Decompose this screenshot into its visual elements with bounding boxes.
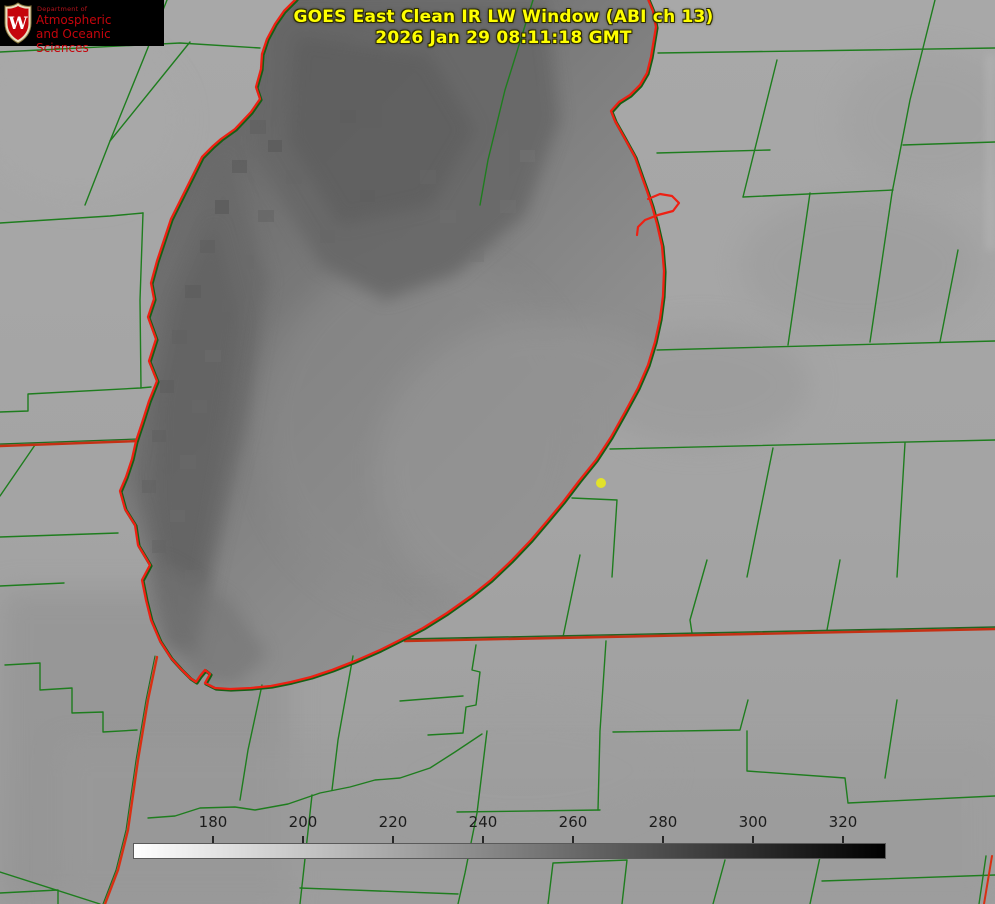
svg-text:W: W	[7, 14, 28, 34]
colorbar-tick-label: 280	[633, 813, 693, 831]
colorbar-tick	[482, 836, 484, 843]
logo-line2-text: and Oceanic Sciences	[36, 27, 164, 55]
org-logo: W Department of Atmospheric and Oceanic …	[0, 0, 164, 46]
colorbar-tick	[572, 836, 574, 843]
colorbar-tick-label: 260	[543, 813, 603, 831]
colorbar-tick-label: 240	[453, 813, 513, 831]
colorbar-tick	[392, 836, 394, 843]
colorbar-tick	[212, 836, 214, 843]
colorbar-tick	[662, 836, 664, 843]
temperature-colorbar: 180 200 220 240 260 280 300 320	[133, 843, 886, 859]
logo-dept-text: Department of	[37, 5, 87, 13]
colorbar-tick-label: 300	[723, 813, 783, 831]
satellite-map-viewer: W Department of Atmospheric and Oceanic …	[0, 0, 995, 904]
uw-crest-icon: W	[3, 2, 33, 44]
colorbar-tick-label: 320	[813, 813, 873, 831]
logo-line1-text: Atmospheric	[36, 13, 111, 27]
map-canvas[interactable]	[0, 0, 995, 904]
location-marker-dot	[596, 478, 606, 488]
colorbar-tick-label: 180	[183, 813, 243, 831]
colorbar-tick-label: 200	[273, 813, 333, 831]
colorbar-tick	[752, 836, 754, 843]
colorbar-tick	[842, 836, 844, 843]
lake-region	[121, 0, 715, 690]
colorbar-gradient	[133, 843, 886, 859]
colorbar-tick-label: 220	[363, 813, 423, 831]
colorbar-tick	[302, 836, 304, 843]
